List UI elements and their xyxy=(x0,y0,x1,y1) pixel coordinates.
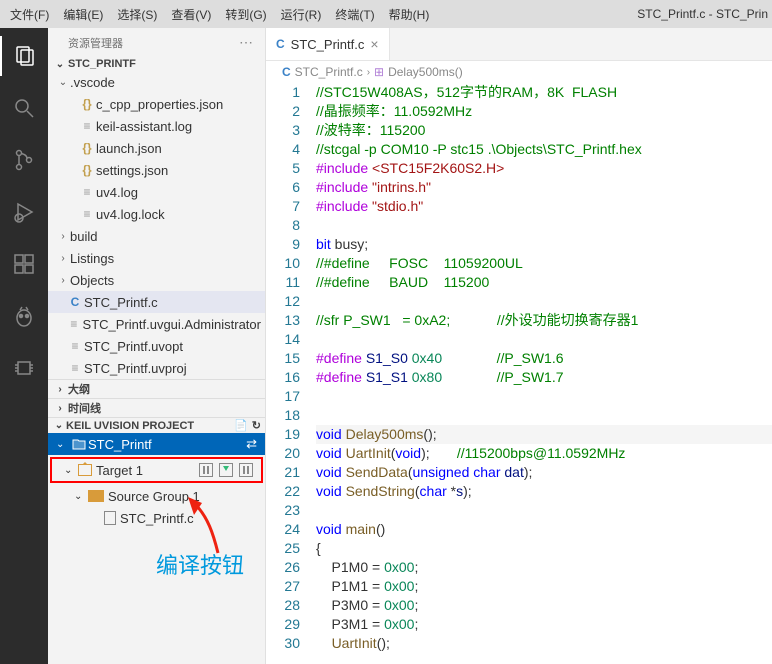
activity-search[interactable] xyxy=(0,88,48,128)
activity-bar xyxy=(0,28,48,664)
target-icon xyxy=(78,464,92,476)
folder-build[interactable]: ›build xyxy=(48,225,265,247)
sidebar: 资源管理器 ⋯ ⌄ STC_PRINTF ⌄.vscode {}c_cpp_pr… xyxy=(48,28,266,664)
file-uv4-log[interactable]: ≡uv4.log xyxy=(48,181,265,203)
file-uvgui[interactable]: ≡STC_Printf.uvgui.Administrator xyxy=(48,313,265,335)
file-stc-printf-c[interactable]: CSTC_Printf.c xyxy=(48,291,265,313)
keil-download-button[interactable] xyxy=(219,463,233,477)
activity-chip-icon[interactable] xyxy=(0,348,48,388)
editor-group: C STC_Printf.c × C STC_Printf.c › ⊞ Dela… xyxy=(266,28,772,664)
breadcrumb[interactable]: C STC_Printf.c › ⊞ Delay500ms() xyxy=(266,61,772,83)
menu-help[interactable]: 帮助(H) xyxy=(383,4,436,25)
file-uv4-lock[interactable]: ≡uv4.log.lock xyxy=(48,203,265,225)
keil-section-header[interactable]: ⌄ KEIL UVISION PROJECT 📄 ↻ xyxy=(48,417,265,433)
outline-section[interactable]: ›大纲 xyxy=(48,379,265,398)
folder-vscode[interactable]: ⌄.vscode xyxy=(48,71,265,93)
menu-select[interactable]: 选择(S) xyxy=(111,4,163,25)
document-icon xyxy=(104,511,116,525)
file-uvproj[interactable]: ≡STC_Printf.uvproj xyxy=(48,357,265,379)
menu-run[interactable]: 运行(R) xyxy=(275,4,328,25)
chevron-down-icon: ⌄ xyxy=(52,59,68,70)
activity-debug[interactable] xyxy=(0,192,48,232)
editor-tab[interactable]: C STC_Printf.c × xyxy=(266,28,390,60)
menu-edit[interactable]: 编辑(E) xyxy=(57,4,109,25)
keil-sync-icon[interactable]: ⇄ xyxy=(246,436,257,452)
menu-goto[interactable]: 转到(G) xyxy=(219,4,272,25)
folder-icon xyxy=(88,490,104,502)
keil-project-row[interactable]: ⌄ STC_Printf ⇄ xyxy=(48,433,265,455)
file-tree: ⌄.vscode {}c_cpp_properties.json ≡keil-a… xyxy=(48,71,265,379)
timeline-section[interactable]: ›时间线 xyxy=(48,398,265,417)
c-file-icon: C xyxy=(282,65,291,79)
folder-listings[interactable]: ›Listings xyxy=(48,247,265,269)
activity-extensions[interactable] xyxy=(0,244,48,284)
activity-explorer[interactable] xyxy=(0,36,48,76)
c-file-icon: C xyxy=(276,37,285,51)
explorer-more-icon[interactable]: ⋯ xyxy=(239,34,253,51)
code-editor[interactable]: 1234567891011121314151617181920212223242… xyxy=(266,83,772,664)
file-settings-json[interactable]: {}settings.json xyxy=(48,159,265,181)
activity-scm[interactable] xyxy=(0,140,48,180)
close-tab-icon[interactable]: × xyxy=(370,36,378,52)
keil-source-group[interactable]: ⌄ Source Group 1 xyxy=(48,485,265,507)
folder-objects[interactable]: ›Objects xyxy=(48,269,265,291)
file-launch-json[interactable]: {}launch.json xyxy=(48,137,265,159)
explorer-title: 资源管理器 xyxy=(68,35,123,51)
keil-build-button[interactable] xyxy=(199,463,213,477)
menu-terminal[interactable]: 终端(T) xyxy=(329,4,380,25)
folder-icon xyxy=(70,438,88,450)
keil-target-highlight-box: ⌄ Target 1 xyxy=(50,457,263,483)
file-uvopt[interactable]: ≡STC_Printf.uvopt xyxy=(48,335,265,357)
symbol-icon: ⊞ xyxy=(374,65,384,79)
activity-platformio-icon[interactable] xyxy=(0,296,48,336)
explorer-project-header[interactable]: ⌄ STC_PRINTF xyxy=(48,57,265,71)
editor-tabs: C STC_Printf.c × xyxy=(266,28,772,61)
file-ccpp-json[interactable]: {}c_cpp_properties.json xyxy=(48,93,265,115)
menu-view[interactable]: 查看(V) xyxy=(165,4,217,25)
keil-source-file[interactable]: STC_Printf.c xyxy=(48,507,265,529)
keil-add-icon[interactable]: 📄 xyxy=(234,419,248,432)
annotation-label: 编译按钮 xyxy=(156,548,244,580)
keil-rebuild-button[interactable] xyxy=(239,463,253,477)
window-title: STC_Printf.c - STC_Prin xyxy=(637,7,768,21)
menu-file[interactable]: 文件(F) xyxy=(4,4,55,25)
file-keil-log[interactable]: ≡keil-assistant.log xyxy=(48,115,265,137)
keil-refresh-icon[interactable]: ↻ xyxy=(252,419,261,432)
keil-target-row[interactable]: ⌄ Target 1 xyxy=(52,459,261,481)
